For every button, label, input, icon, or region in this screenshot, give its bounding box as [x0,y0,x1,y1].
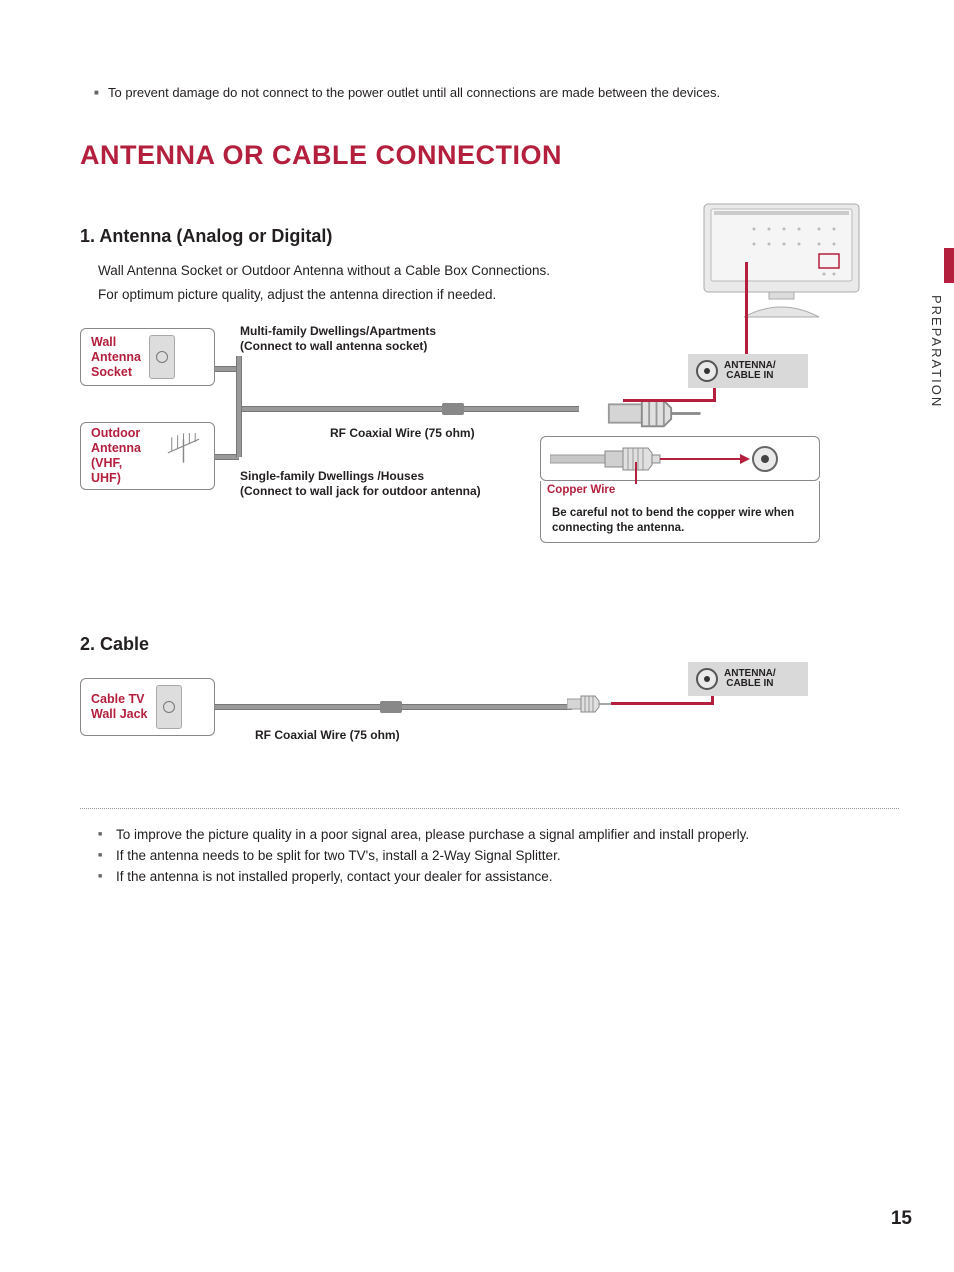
top-warning-text: To prevent damage do not connect to the … [80,85,899,100]
page-title: ANTENNA OR CABLE CONNECTION [80,140,899,171]
cable-ferrite [442,403,464,415]
cable-ferrite [380,701,402,713]
tv-illustration [699,199,864,319]
single-family-caption: Single-family Dwellings /Houses (Connect… [240,469,510,499]
cable-segment [242,406,447,412]
multi-family-line-2: (Connect to wall antenna socket) [240,339,427,353]
wall-socket-icon [156,685,182,729]
section-1-paragraph-2: For optimum picture quality, adjust the … [98,286,568,304]
single-family-line-2: (Connect to wall jack for outdoor antenn… [240,484,481,498]
antenna-cable-in-port: ANTENNA/CABLE IN [688,354,808,388]
antenna-guide-line [745,262,748,366]
note-item: To improve the picture quality in a poor… [116,827,899,842]
single-family-line-1: Single-family Dwellings /Houses [240,469,424,483]
antenna-icon [162,433,206,463]
coax-jack-icon [696,668,718,690]
section-1-paragraph-1: Wall Antenna Socket or Outdoor Antenna w… [98,262,568,280]
outdoor-antenna-label: Outdoor Antenna (VHF, UHF) [91,426,154,486]
multi-family-line-1: Multi-family Dwellings/Apartments [240,324,436,338]
connector-note-box [540,481,820,543]
antenna-diagram: Wall Antenna Socket Outdoor Antenna (VHF… [80,314,899,594]
cable-segment [464,406,579,412]
rf-coax-label-1: RF Coaxial Wire (75 ohm) [330,426,475,441]
cable-tv-wall-jack-label: Cable TV Wall Jack [91,692,148,722]
section-tab-label: PREPARATION [929,295,944,408]
wall-socket-icon [149,335,175,379]
port-label: ANTENNA/CABLE IN [724,669,776,689]
coax-plug-icon [573,386,773,441]
section-2-heading: 2. Cable [80,634,899,655]
wall-antenna-socket-label: Wall Antenna Socket [91,335,141,380]
rf-coax-label-2: RF Coaxial Wire (75 ohm) [255,728,400,743]
notes-list: To improve the picture quality in a poor… [80,827,899,884]
section-tab-marker [944,248,954,283]
coax-connector-detail-icon [550,441,810,477]
port-label: ANTENNA/CABLE IN [724,361,776,381]
antenna-guide-line [611,702,711,705]
cable-segment [402,704,572,710]
divider [80,808,899,809]
cable-diagram: Cable TV Wall Jack RF Coaxial Wire (75 o… [80,670,899,780]
cable-segment [236,356,242,411]
section-tab: PREPARATION [899,248,954,408]
antenna-guide-line [623,399,713,402]
note-item: If the antenna needs to be split for two… [116,848,899,863]
page-number: 15 [891,1208,912,1230]
multi-family-caption: Multi-family Dwellings/Apartments (Conne… [240,324,436,354]
antenna-cable-in-port: ANTENNA/CABLE IN [688,662,808,696]
cable-segment [215,704,385,710]
wall-antenna-socket-box: Wall Antenna Socket [80,328,215,386]
cable-tv-wall-jack-box: Cable TV Wall Jack [80,678,215,736]
coax-jack-icon [696,360,718,382]
cable-segment [236,409,242,457]
outdoor-antenna-box: Outdoor Antenna (VHF, UHF) [80,422,215,490]
note-item: If the antenna is not installed properly… [116,869,899,884]
